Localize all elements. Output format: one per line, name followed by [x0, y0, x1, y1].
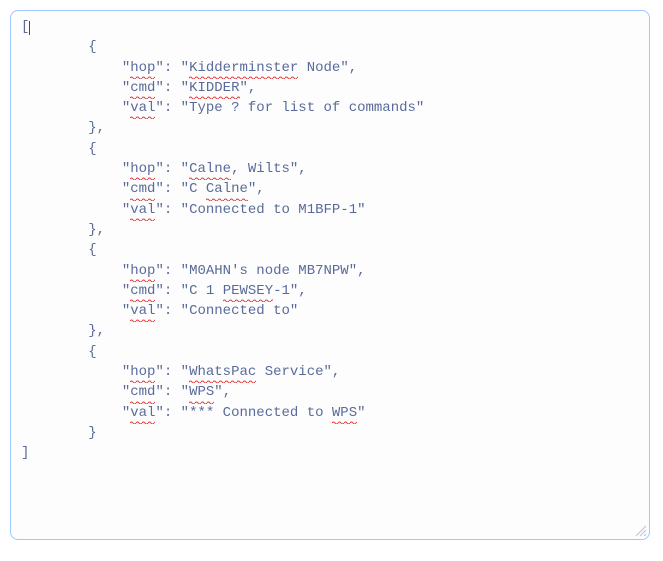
closing-bracket: ] [21, 445, 29, 461]
entry-close: }, [88, 323, 105, 339]
val-value-2: Connected to [189, 303, 290, 319]
key-cmd: cmd [130, 179, 155, 199]
val-value-0: Type ? for list of commands [189, 100, 416, 116]
code-editor[interactable]: [ { "hop": "Kidderminster Node", "cmd": … [10, 10, 650, 540]
val-value-3-sq: WPS [332, 403, 357, 423]
key-val: val [130, 200, 155, 220]
resize-grip-icon [633, 523, 647, 537]
key-hop: hop [130, 159, 155, 179]
val-value-1: Connected to M1BFP-1 [189, 202, 357, 218]
key-cmd: cmd [130, 281, 155, 301]
key-val: val [130, 403, 155, 423]
text-cursor [29, 21, 30, 35]
key-cmd: cmd [130, 78, 155, 98]
key-hop: hop [130, 58, 155, 78]
key-hop: hop [130, 261, 155, 281]
key-hop: hop [130, 362, 155, 382]
cmd-value-1: Calne [206, 179, 248, 199]
code-content[interactable]: [ { "hop": "Kidderminster Node", "cmd": … [21, 17, 641, 464]
key-val: val [130, 301, 155, 321]
cmd-value-2: PEWSEY [223, 281, 273, 301]
entry-open: { [88, 141, 96, 157]
entry-close: }, [88, 120, 105, 136]
hop-value-3: WhatsPac [189, 362, 256, 382]
entry-open: { [88, 242, 96, 258]
key-val: val [130, 98, 155, 118]
entry-open: { [88, 344, 96, 360]
hop-value-0: Kidderminster [189, 58, 298, 78]
hop-value-1: Calne [189, 159, 231, 179]
key-cmd: cmd [130, 382, 155, 402]
entry-close-last: } [88, 425, 96, 441]
entry-open: { [88, 39, 96, 55]
entry-close: }, [88, 222, 105, 238]
opening-bracket: [ [21, 19, 29, 35]
cmd-value-3: WPS [189, 382, 214, 402]
hop-value-2: M0AHN's node MB7NPW [189, 263, 349, 279]
cmd-value-0: KIDDER [189, 78, 239, 98]
